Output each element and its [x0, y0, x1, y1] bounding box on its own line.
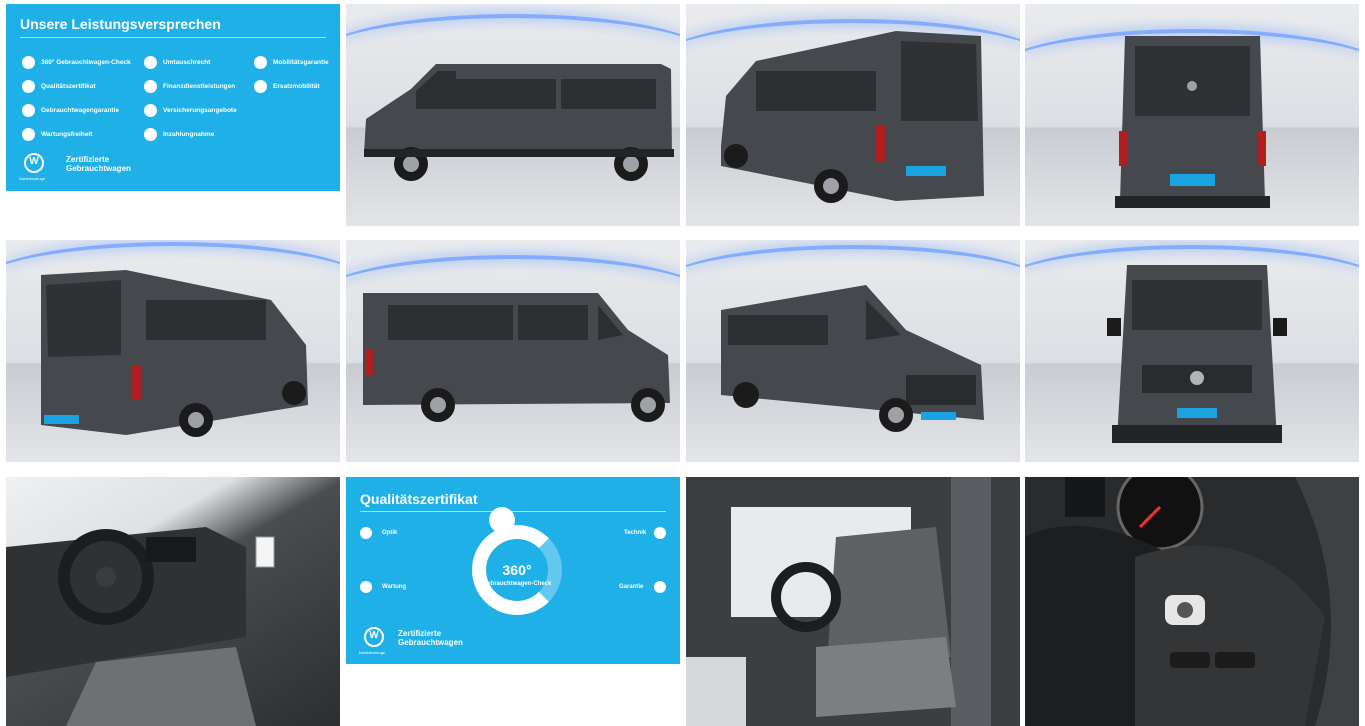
wrench-icon [22, 128, 35, 141]
ring-number: 360° [502, 562, 532, 578]
brand-label: Nutzfahrzeuge [359, 650, 386, 655]
promo-item: Ersatzmobilität [254, 80, 320, 93]
promo-item: Finanzdienstleistungen [144, 80, 235, 93]
section-optik: Optik [382, 530, 398, 536]
seats-image [686, 477, 1020, 726]
section-technik: Technik [624, 530, 647, 536]
check-icon [22, 56, 35, 69]
photo-van-rear-right-three-quarter[interactable] [6, 240, 340, 462]
photo-van-front[interactable] [1025, 240, 1359, 462]
promo-title: Unsere Leistungsversprechen [20, 16, 221, 32]
promo-item: Mobilitätsgarantie [254, 56, 329, 69]
finance-icon [144, 80, 157, 93]
wartung-icon [360, 581, 372, 593]
promo-item: Qualitätszertifikat [22, 80, 96, 93]
car-key-icon [254, 80, 267, 93]
promo-tile-qualitaetszertifikat[interactable]: Qualitätszertifikat 360° Gebrauchtwagen-… [346, 477, 680, 664]
photo-van-rear[interactable] [1025, 4, 1359, 226]
promo-item: Inzahlungnahme [144, 128, 214, 141]
steering-wheel-image [1025, 477, 1359, 726]
cert-label: Zertifizierte Gebrauchtwagen [398, 629, 463, 647]
photo-steering-wheel-detail[interactable] [1025, 477, 1359, 726]
van-image [356, 59, 674, 184]
ring-text: Gebrauchtwagen-Check [482, 581, 552, 587]
vw-logo-icon [24, 153, 44, 173]
quality-divider [360, 511, 666, 512]
promo-tile-leistungsversprechen[interactable]: Unsere Leistungsversprechen 360° Gebrauc… [6, 4, 340, 191]
vw-logo-icon [364, 627, 384, 647]
garantie-icon [654, 581, 666, 593]
certificate-icon [22, 80, 35, 93]
car-icon [254, 56, 267, 69]
photo-van-rear-left-three-quarter[interactable] [686, 4, 1020, 226]
promo-item: Versicherungsangebote [144, 104, 237, 117]
van-image [36, 265, 316, 445]
van-image [1115, 26, 1270, 216]
optik-icon [360, 527, 372, 539]
exchange-icon [144, 56, 157, 69]
quality-title: Qualitätszertifikat [360, 491, 478, 507]
promo-item: 360° Gebrauchtwagen-Check [22, 56, 131, 69]
van-image [358, 285, 673, 425]
cert-label: Zertifizierte Gebrauchtwagen [66, 155, 131, 173]
van-image [716, 26, 986, 211]
section-wartung: Wartung [382, 584, 407, 590]
promo-item: Wartungsfreiheit [22, 128, 92, 141]
promo-divider [20, 37, 326, 38]
trade-in-icon [144, 128, 157, 141]
photo-van-side-right[interactable] [346, 240, 680, 462]
photo-van-front-left-three-quarter[interactable] [686, 240, 1020, 462]
photo-van-side-left[interactable] [346, 4, 680, 226]
photo-interior-seats[interactable] [686, 477, 1020, 726]
brand-label: Nutzfahrzeuge [19, 176, 46, 181]
umbrella-icon [144, 104, 157, 117]
dashboard-image [6, 517, 340, 726]
van-image [1107, 260, 1287, 450]
car-check-icon [489, 507, 515, 533]
section-garantie: Garantie [619, 584, 644, 590]
promo-item: Umtauschrecht [144, 56, 210, 69]
image-gallery: Unsere Leistungsversprechen 360° Gebrauc… [0, 0, 1365, 726]
technik-icon [654, 527, 666, 539]
van-image [716, 280, 991, 435]
shield-icon [22, 104, 35, 117]
photo-interior-dashboard[interactable] [6, 477, 340, 726]
promo-item: Gebrauchtwagengarantie [22, 104, 119, 117]
